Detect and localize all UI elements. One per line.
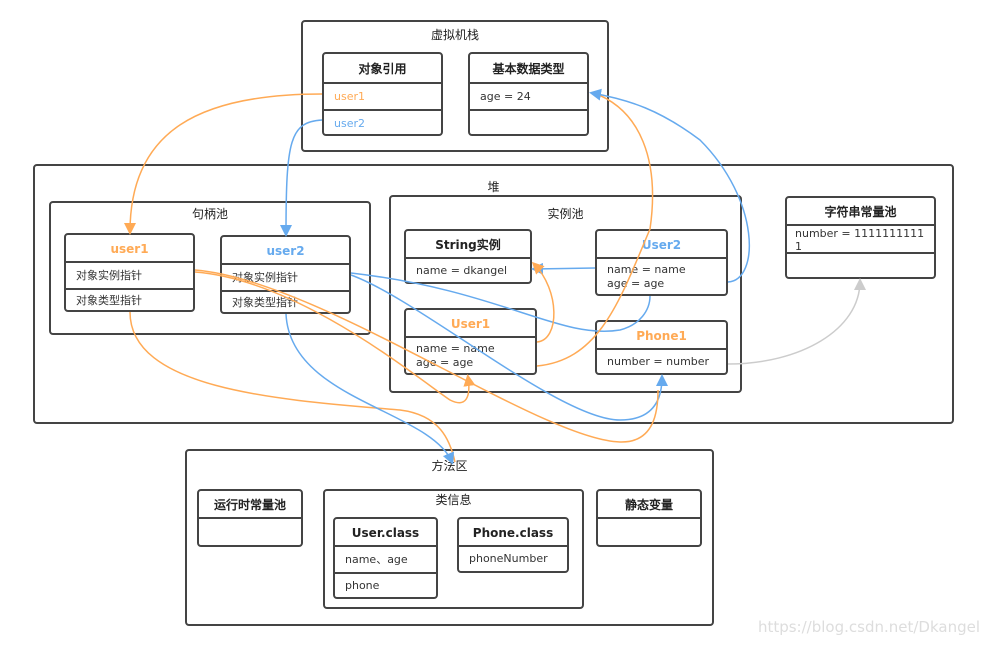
class-info-title: 类信息	[435, 493, 472, 507]
user-class-phone: phone	[345, 579, 380, 592]
heap-title: 堆	[487, 180, 500, 194]
handle-user1-card: user1 对象实例指针 对象类型指针	[64, 233, 195, 312]
instance-phone1-card: Phone1 number = number	[595, 320, 728, 375]
phone-class-fields: phoneNumber	[469, 552, 548, 565]
handle-user2-title: user2	[222, 237, 349, 265]
handle-user1-instance-ptr: 对象实例指针	[66, 263, 193, 290]
instance-phone1-title: Phone1	[597, 322, 726, 350]
handle-user2-card: user2 对象实例指针 对象类型指针	[220, 235, 351, 314]
handle-pool-title: 句柄池	[191, 207, 228, 221]
jvm-stack-title: 虚拟机栈	[430, 28, 479, 42]
ref-user1: user1	[324, 84, 441, 111]
primitive-empty	[470, 111, 587, 136]
handle-user2-instance-ptr: 对象实例指针	[222, 265, 349, 292]
instance-user1-card: User1 name = name age = age	[404, 308, 537, 375]
runtime-constant-pool-title: 运行时常量池	[199, 491, 301, 519]
instance-user2-card: User2 name = name age = age	[595, 229, 728, 296]
primitive-types-card: 基本数据类型 age = 24	[468, 52, 589, 136]
watermark: https://blog.csdn.net/Dkangel	[757, 618, 980, 636]
static-vars-card: 静态变量	[596, 489, 702, 547]
handle-user1-title: user1	[66, 235, 193, 263]
instance-phone1-fields: number = number	[607, 355, 710, 368]
instance-pool-title: 实例池	[547, 207, 584, 221]
string-constant-pool-title: 字符串常量池	[787, 198, 934, 226]
ref-user2: user2	[334, 117, 365, 130]
instance-user2-title: User2	[597, 231, 726, 259]
static-vars-title: 静态变量	[598, 491, 700, 519]
primitive-age: age = 24	[470, 84, 587, 111]
string-constant-pool-card: 字符串常量池 number = 11111111111	[785, 196, 936, 279]
phone-class-card: Phone.class phoneNumber	[457, 517, 569, 573]
string-instance-card: String实例 name = dkangel	[404, 229, 532, 284]
string-constant-empty	[787, 254, 934, 277]
instance-user1-fields: name = name age = age	[416, 342, 495, 369]
object-refs-title: 对象引用	[324, 54, 441, 84]
handle-user1-type-ptr: 对象类型指针	[76, 294, 142, 307]
primitive-types-title: 基本数据类型	[470, 54, 587, 84]
method-area-title: 方法区	[431, 459, 468, 473]
user-class-card: User.class name、age phone	[333, 517, 438, 599]
user-class-fields: name、age	[335, 547, 436, 574]
phone-class-title: Phone.class	[459, 519, 567, 547]
object-refs-card: 对象引用 user1 user2	[322, 52, 443, 136]
instance-user1-title: User1	[406, 310, 535, 338]
instance-user2-fields: name = name age = age	[607, 263, 686, 290]
user-class-title: User.class	[335, 519, 436, 547]
runtime-constant-pool-card: 运行时常量池	[197, 489, 303, 547]
handle-user2-type-ptr: 对象类型指针	[232, 296, 298, 309]
string-constant-number: number = 11111111111	[787, 226, 934, 254]
string-instance-value: name = dkangel	[416, 264, 508, 277]
string-instance-title: String实例	[406, 231, 530, 259]
